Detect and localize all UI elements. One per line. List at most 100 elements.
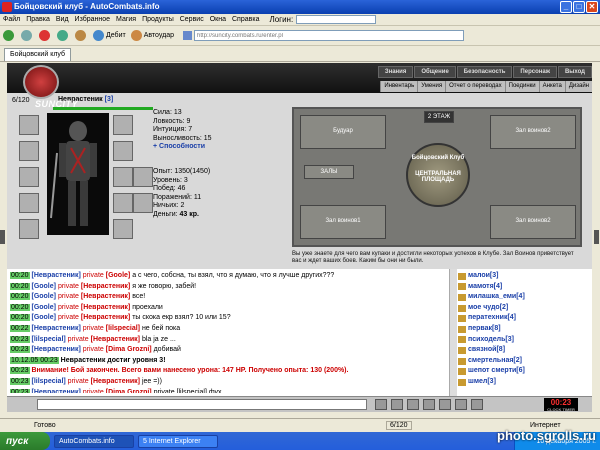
online-user[interactable]: милашка_еми[4] (458, 292, 584, 303)
task-ie[interactable]: 5 Internet Explorer (138, 434, 218, 448)
subnav-transfers[interactable]: Отчет о переводах (445, 81, 505, 92)
online-user[interactable]: шепот смерти[6] (458, 366, 584, 377)
chat-sender[interactable]: [Goole] (31, 304, 56, 311)
nav-security[interactable]: Безопасность (456, 66, 513, 78)
chat-recipient[interactable]: [Неврастеник] (81, 304, 130, 311)
ring-slot[interactable] (113, 167, 133, 187)
online-user[interactable]: смертельная[2] (458, 356, 584, 367)
subnav-inventory[interactable]: Инвентарь (380, 81, 417, 92)
chat-recipient[interactable]: [lilspecial] (106, 325, 140, 332)
chat-sender[interactable]: [Неврастеник] (31, 325, 80, 332)
subnav-design[interactable]: Дизайн (564, 81, 592, 92)
toolbar: Дебит Автоудар (0, 26, 600, 46)
online-user[interactable]: мамотя[4] (458, 282, 584, 293)
online-user[interactable]: связной[8] (458, 345, 584, 356)
ring2-slot[interactable] (133, 167, 153, 187)
close-button[interactable]: ✕ (586, 1, 598, 13)
amulet-slot[interactable] (113, 115, 133, 135)
refresh-chat-button[interactable] (471, 399, 483, 410)
menu-view[interactable]: Вид (56, 16, 69, 23)
chat-recipient[interactable]: [Dima Grozni] (106, 389, 152, 393)
chat-recipient[interactable]: [Неврастеник] (91, 336, 140, 343)
settings-button[interactable] (455, 399, 467, 410)
login-input[interactable] (296, 15, 377, 24)
clear-button[interactable] (423, 399, 435, 410)
chat-input[interactable] (37, 399, 367, 410)
boots-slot[interactable] (113, 219, 133, 239)
shield-slot[interactable] (113, 193, 133, 213)
home-button[interactable] (75, 30, 88, 41)
chat-recipient[interactable]: [Неврастеник] (81, 293, 130, 300)
maximize-button[interactable]: □ (573, 1, 585, 13)
chat-sender[interactable]: [Goole] (31, 293, 56, 300)
menu-favorites[interactable]: Избранное (75, 16, 110, 23)
nav-exit[interactable]: Выход (557, 66, 592, 78)
tab-fight-club[interactable]: Бойцовский клуб (4, 48, 72, 61)
menu-service[interactable]: Сервис (180, 16, 204, 23)
address-input[interactable] (194, 30, 465, 41)
online-user[interactable]: мое чудо[2] (458, 303, 584, 314)
chat-recipient[interactable]: [Dima Grozni] (106, 346, 152, 353)
minimize-button[interactable]: _ (560, 1, 572, 13)
online-user[interactable]: шмел[3] (458, 377, 584, 388)
gloves-slot[interactable] (113, 141, 133, 161)
room-boudoir[interactable]: Будуар (300, 115, 386, 149)
chat-sender[interactable]: [Goole] (31, 283, 56, 290)
character-stats: Сила: 13 Ловкость: 9 Интуиция: 7 Выносли… (153, 109, 212, 152)
refresh-button[interactable] (57, 30, 70, 41)
weapon-slot[interactable] (19, 167, 39, 187)
stop-button[interactable] (39, 30, 52, 41)
nav-knowledge[interactable]: Знания (377, 66, 414, 78)
nav-social[interactable]: Общение (414, 66, 456, 78)
chat-sender[interactable]: [Неврастеник] (31, 272, 80, 279)
abilities-link[interactable]: + Способности (153, 143, 212, 152)
menu-windows[interactable]: Окна (210, 16, 226, 23)
chat-sender[interactable]: [lilspecial] (31, 336, 65, 343)
chat-recipient[interactable]: [Goole] (106, 272, 131, 279)
chat-recipient[interactable]: [Неврастеник] (81, 314, 130, 321)
online-user[interactable]: первак[8] (458, 324, 584, 335)
menu-magic[interactable]: Магия (116, 16, 136, 23)
subnav-fights[interactable]: Поединки (504, 81, 539, 92)
start-button[interactable]: пуск (0, 432, 50, 450)
forward-button[interactable] (21, 30, 34, 41)
armor-slot[interactable] (19, 193, 39, 213)
chat-sender[interactable]: [lilspecial] (31, 378, 65, 385)
ring3-slot[interactable] (133, 193, 153, 213)
chat-sender[interactable]: [Goole] (31, 314, 56, 321)
chat-recipient[interactable]: [Неврастеник] (91, 378, 140, 385)
central-square[interactable]: Бойцовский Клуб ЦЕНТРАЛЬНАЯ ПЛОЩАДЬ (406, 143, 470, 207)
task-autocombats[interactable]: AutoCombats.info (54, 434, 134, 448)
menu-help[interactable]: Справка (232, 16, 259, 23)
helmet-slot[interactable] (19, 115, 39, 135)
online-user[interactable]: пeратехник[4] (458, 313, 584, 324)
online-user[interactable]: психодель[3] (458, 335, 584, 346)
subnav-profile[interactable]: Анкета (538, 81, 565, 92)
menu-file[interactable]: Файл (3, 16, 20, 23)
room-warriors2-top[interactable]: Зал воинов2 (490, 115, 576, 149)
left-scroll-arrow[interactable] (0, 230, 5, 244)
menu-products[interactable]: Продукты (142, 16, 174, 23)
belt-slot[interactable] (19, 219, 39, 239)
menu-edit[interactable]: Правка (26, 16, 50, 23)
debit-button[interactable]: Дебит (93, 30, 126, 41)
earring-slot[interactable] (19, 141, 39, 161)
chat-message: 00:23 [lilspecial] private [Неврастеник]… (10, 335, 447, 346)
chat-kind: private (57, 293, 79, 301)
right-scroll-arrow[interactable] (594, 230, 599, 244)
chat-scrollbar[interactable] (449, 269, 457, 396)
translit-button[interactable] (439, 399, 451, 410)
autoudar-button[interactable]: Автоудар (130, 30, 174, 41)
room-warriors1[interactable]: Зал воинов1 (300, 205, 386, 239)
chat-recipient[interactable]: [Неврастеник] (81, 283, 130, 290)
back-button[interactable] (3, 30, 16, 41)
send-button[interactable] (375, 399, 387, 410)
smiles-button[interactable] (391, 399, 403, 410)
chat-sender[interactable]: [Неврастеник] (31, 389, 80, 393)
chat-sender[interactable]: [Неврастеник] (31, 346, 80, 353)
online-user[interactable]: малои[3] (458, 271, 584, 282)
subnav-skills[interactable]: Умения (417, 81, 445, 92)
nav-character[interactable]: Персонаж (513, 66, 557, 78)
room-warriors2-bottom[interactable]: Зал воинов2 (490, 205, 576, 239)
filter-button[interactable] (407, 399, 419, 410)
